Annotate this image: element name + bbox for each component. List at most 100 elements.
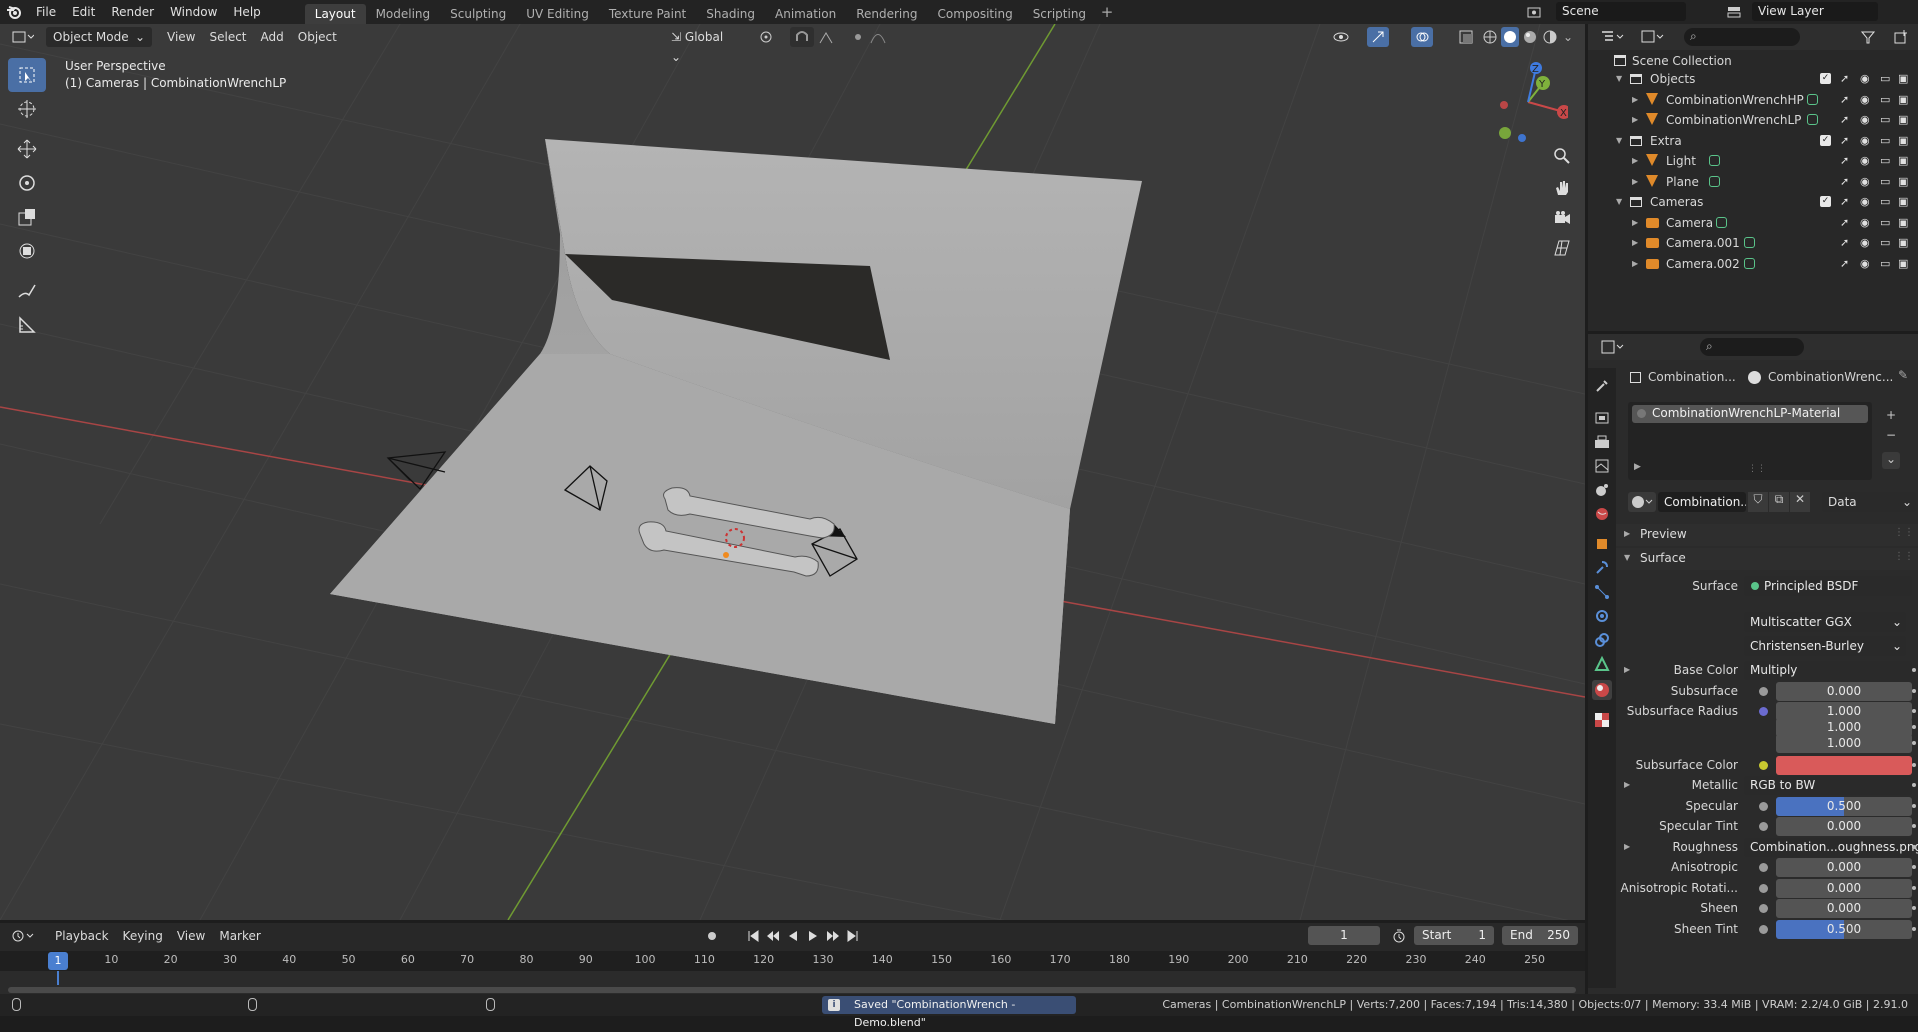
socket-icon[interactable]	[1759, 822, 1768, 832]
keyframe-dot-icon[interactable]	[1912, 906, 1916, 911]
navigation-gizmo[interactable]: X Y Z	[1488, 62, 1568, 142]
outliner-editor-icon[interactable]	[1598, 29, 1628, 45]
frame-ruler[interactable]: 1 10 20 30 40 50 60 70 80 90 100 110 120 130 140 150 160…	[0, 951, 1585, 971]
solid-shading-icon[interactable]	[1501, 27, 1519, 47]
physics-tab-icon[interactable]	[1592, 606, 1612, 626]
camera-view-icon[interactable]	[1548, 204, 1576, 232]
socket-icon[interactable]	[1759, 801, 1768, 811]
keyframe-dot-icon[interactable]	[1912, 783, 1916, 788]
output-tab-icon[interactable]	[1592, 432, 1612, 452]
outliner-row-extra[interactable]: ▼ Extra ✓ ➚ ◉ ▭ ▣	[1588, 131, 1918, 151]
render-camera-icon[interactable]: ▣	[1898, 192, 1908, 212]
outliner-row-cameras[interactable]: ▼ Cameras ✓ ➚ ◉ ▭ ▣	[1588, 192, 1918, 212]
slider-field[interactable]: 0.500	[1776, 919, 1912, 939]
editor-type-icon[interactable]	[6, 27, 40, 47]
outliner-row-light[interactable]: ▶ Light ➚ ◉ ▭ ▣	[1588, 151, 1918, 171]
socket-icon[interactable]	[1759, 883, 1768, 893]
collapse-arrow-icon[interactable]: ▶	[1632, 254, 1638, 274]
outliner-row-camera[interactable]: ▶ Camera ➚ ◉ ▭ ▣	[1588, 213, 1918, 233]
new-collection-icon[interactable]	[1892, 29, 1910, 45]
socket-icon[interactable]	[1759, 904, 1768, 914]
number-field[interactable]: 0.000	[1776, 681, 1912, 701]
number-field[interactable]: 0.000	[1776, 878, 1912, 898]
next-keyframe-icon[interactable]	[824, 927, 842, 945]
scene-field[interactable]: Scene	[1556, 2, 1686, 21]
collapse-arrow-icon[interactable]: ▶	[1632, 172, 1638, 192]
keyframe-dot-icon[interactable]	[1912, 885, 1916, 890]
menu-edit[interactable]: Edit	[64, 0, 103, 24]
outliner-row-combinationwrenchlp[interactable]: ▶ CombinationWrenchLP ➚ ◉ ▭ ▣	[1588, 110, 1918, 130]
chevron-down-icon[interactable]: ⌄	[1561, 27, 1575, 47]
render-camera-icon[interactable]: ▣	[1898, 233, 1908, 253]
expand-arrow-icon[interactable]: ▼	[1616, 131, 1622, 151]
pan-hand-icon[interactable]	[1548, 174, 1576, 202]
move-tool[interactable]	[8, 132, 46, 166]
viewport-disable-icon[interactable]: ▭	[1880, 192, 1890, 212]
workspace-tab-compositing[interactable]: Compositing	[927, 4, 1022, 24]
properties-editor-icon[interactable]	[1598, 339, 1628, 355]
expand-arrow-icon[interactable]: ▶	[1624, 780, 1630, 789]
linked-node-field[interactable]: Multiply	[1744, 661, 1912, 680]
scene-collection-row[interactable]: Scene Collection	[1588, 51, 1918, 71]
duplicate-material-icon[interactable]: ⧉	[1769, 492, 1789, 512]
collapse-arrow-icon[interactable]: ▶	[1632, 151, 1638, 171]
select-arrow-icon[interactable]: ➚	[1840, 131, 1849, 151]
falloff-icon[interactable]	[866, 27, 890, 47]
eye-icon[interactable]: ◉	[1860, 172, 1870, 192]
view-layer-icon[interactable]	[1726, 4, 1742, 20]
properties-search-input[interactable]: ⌕	[1700, 338, 1804, 356]
slot-specials-button[interactable]: ⌄	[1882, 452, 1900, 469]
keyframe-dot-icon[interactable]	[1912, 865, 1916, 870]
display-mode-icon[interactable]	[1638, 29, 1668, 45]
eye-icon[interactable]: ◉	[1860, 254, 1870, 274]
timeline-editor-icon[interactable]	[8, 926, 38, 946]
timeline-body[interactable]	[0, 971, 1585, 995]
rotate-tool[interactable]	[8, 166, 46, 200]
distribution-dropdown[interactable]: Multiscatter GGX ⌄	[1744, 612, 1906, 632]
socket-icon[interactable]	[1759, 863, 1768, 873]
timeline-menu-playback[interactable]: Playback	[48, 926, 116, 946]
collapse-arrow-icon[interactable]: ▶	[1632, 233, 1638, 253]
drag-handle-icon[interactable]: ⋮⋮	[1894, 527, 1914, 538]
workspace-tab-scripting[interactable]: Scripting	[1023, 4, 1096, 24]
eye-icon[interactable]: ◉	[1860, 131, 1870, 151]
select-arrow-icon[interactable]: ➚	[1840, 254, 1849, 274]
exclude-checkbox-icon[interactable]: ✓	[1820, 134, 1831, 146]
stopwatch-icon[interactable]	[1390, 927, 1408, 945]
link-mode-dropdown[interactable]: Data ⌄	[1822, 492, 1916, 512]
visibility-icon[interactable]	[1330, 27, 1352, 47]
workspace-tab-layout[interactable]: Layout	[304, 4, 366, 24]
snap-target-icon[interactable]	[814, 27, 838, 47]
preview-panel-header[interactable]: ▶ Preview ⋮⋮	[1616, 524, 1918, 546]
eye-icon[interactable]: ◉	[1860, 192, 1870, 212]
keyframe-dot-icon[interactable]	[1912, 668, 1916, 672]
annotate-tool[interactable]	[8, 274, 46, 308]
remove-slot-button[interactable]: −	[1882, 428, 1900, 445]
saved-report[interactable]: i Saved "CombinationWrench - Demo.blend"	[822, 996, 1076, 1029]
number-field[interactable]: 0.000	[1776, 817, 1912, 837]
eye-icon[interactable]: ◉	[1860, 213, 1870, 233]
workspace-tab-sculpting[interactable]: Sculpting	[440, 4, 516, 24]
wireframe-shading-icon[interactable]	[1481, 27, 1499, 47]
render-tab-icon[interactable]	[1592, 408, 1612, 428]
scene-tab-icon[interactable]	[1592, 480, 1612, 500]
render-camera-icon[interactable]: ▣	[1898, 151, 1908, 171]
keyframe-dot-icon[interactable]	[1912, 725, 1916, 730]
collapse-arrow-icon[interactable]: ▶	[1632, 213, 1638, 233]
texture-tab-icon[interactable]	[1592, 710, 1612, 730]
subsurface-method-dropdown[interactable]: Christensen-Burley ⌄	[1744, 636, 1906, 656]
prev-keyframe-icon[interactable]	[764, 927, 782, 945]
eye-icon[interactable]: ◉	[1860, 69, 1870, 89]
timeline-scrollbar[interactable]	[8, 987, 1576, 993]
socket-icon[interactable]	[1759, 924, 1768, 934]
ortho-grid-icon[interactable]	[1548, 234, 1576, 262]
object-mode-dropdown[interactable]: Object Mode ⌄	[46, 27, 152, 47]
viewport-disable-icon[interactable]: ▭	[1880, 172, 1890, 192]
workspace-tab-shading[interactable]: Shading	[696, 4, 765, 24]
keyframe-dot-icon[interactable]	[1912, 844, 1916, 849]
eye-icon[interactable]: ◉	[1860, 90, 1870, 110]
modifier-tab-icon[interactable]	[1592, 558, 1612, 578]
viewport-menu-add[interactable]: Add	[254, 27, 291, 47]
tool-tab-icon[interactable]	[1592, 376, 1612, 396]
rendered-shading-icon[interactable]	[1541, 27, 1559, 47]
